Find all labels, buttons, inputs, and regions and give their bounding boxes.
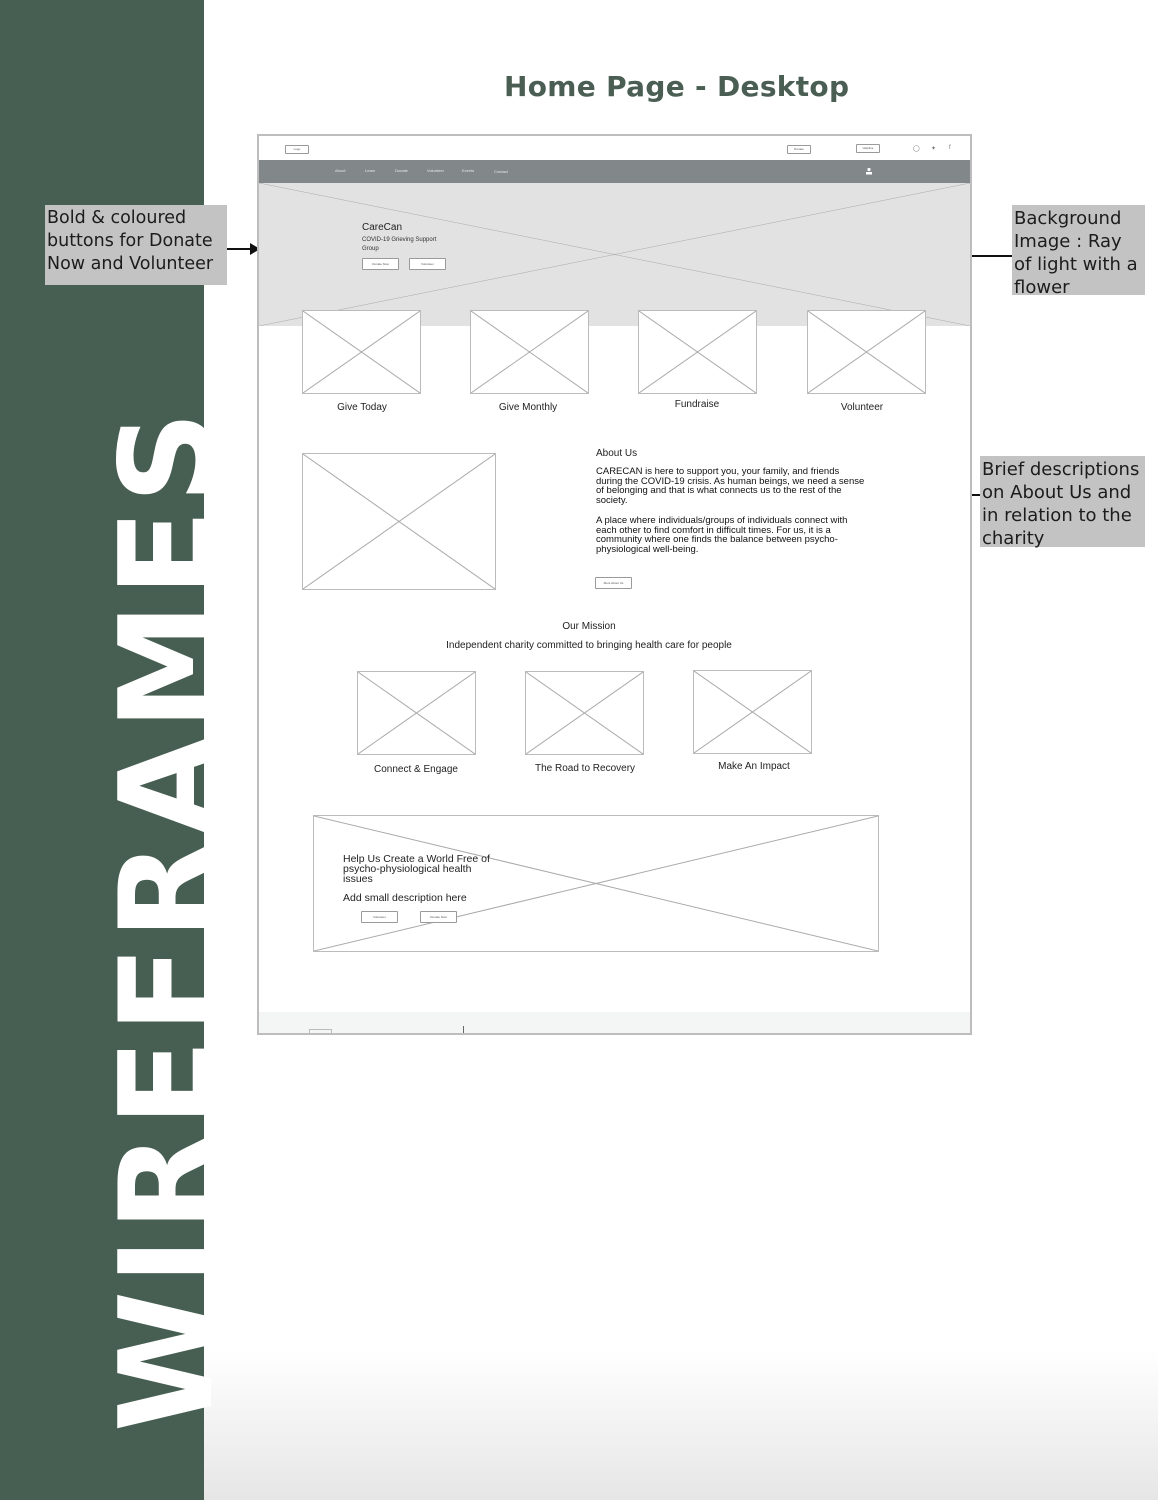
nav-item-volunteer[interactable]: Volunteer (427, 168, 444, 173)
image-placeholder-icon (259, 183, 970, 326)
wireframe-frame: Logo Donate Helpline ◯ ✦ f About Learn D… (257, 134, 972, 1035)
cta-description: Add small description here (343, 892, 467, 904)
hero-volunteer-button[interactable]: Volunteer (409, 258, 446, 270)
about-paragraph-1: CARECAN is here to support you, your fam… (596, 466, 865, 506)
hero-title: CareCan (362, 222, 403, 233)
card-fundraise-image[interactable] (638, 310, 757, 394)
instagram-icon[interactable]: ◯ (913, 145, 920, 152)
helpline-button[interactable]: Helpline (856, 144, 880, 153)
cta-donate-button[interactable]: Donate Now (420, 911, 457, 923)
mission-title: Our Mission (562, 621, 616, 632)
mission-recovery-image[interactable] (525, 671, 644, 755)
user-icon[interactable] (865, 167, 873, 175)
nav-item-contact[interactable]: Contact (494, 169, 508, 174)
card-give-today-image[interactable] (302, 310, 421, 394)
page-title: Home Page - Desktop (504, 70, 850, 103)
card-volunteer-label[interactable]: Volunteer (792, 402, 932, 413)
card-give-monthly-image[interactable] (470, 310, 589, 394)
wf-header: Logo Donate Helpline ◯ ✦ f (259, 136, 970, 160)
hero-subtitle: COVID-19 Grieving Support Group (362, 237, 437, 252)
cta-volunteer-button[interactable]: Volunteer (361, 911, 398, 923)
annotation-about: Brief descriptions on About Us and in re… (980, 456, 1145, 549)
annotation-background: Background Image : Ray of light with a f… (1012, 205, 1145, 298)
logo-placeholder[interactable]: Logo (285, 145, 309, 154)
mission-connect-image[interactable] (357, 671, 476, 755)
about-image-placeholder (302, 453, 496, 590)
mission-impact-image[interactable] (693, 670, 812, 754)
facebook-icon[interactable]: f (949, 145, 951, 151)
card-give-monthly-label[interactable]: Give Monthly (458, 402, 598, 413)
annotation-buttons: Bold & coloured buttons for Donate Now a… (45, 205, 227, 285)
nav-item-donate[interactable]: Donate (395, 168, 408, 173)
nav-item-about[interactable]: About (335, 168, 345, 173)
more-about-us-button[interactable]: More About Us (595, 577, 632, 589)
nav-item-learn[interactable]: Learn (365, 168, 375, 173)
wf-footer (259, 1012, 970, 1033)
cta-title: Help Us Create a World Free of psycho-ph… (343, 853, 490, 885)
mission-connect-label[interactable]: Connect & Engage (346, 764, 486, 775)
footer-divider (463, 1026, 464, 1033)
hero-background-placeholder (259, 183, 970, 326)
hero-donate-button[interactable]: Donate Now (362, 258, 399, 270)
mission-subtitle: Independent charity committed to bringin… (446, 640, 732, 651)
about-title: About Us (596, 448, 638, 459)
arrow-right-icon (227, 243, 260, 255)
mission-recovery-label[interactable]: The Road to Recovery (515, 763, 655, 774)
about-paragraph-2: A place where individuals/groups of indi… (596, 515, 848, 555)
footer-logo-placeholder (309, 1029, 332, 1033)
card-volunteer-image[interactable] (807, 310, 926, 394)
donate-button[interactable]: Donate (787, 145, 811, 154)
mission-impact-label[interactable]: Make An Impact (684, 761, 824, 772)
wireframes-vertical-title: WIREFRAMES (93, 405, 242, 1432)
card-give-today-label[interactable]: Give Today (292, 402, 432, 413)
twitter-icon[interactable]: ✦ (931, 145, 936, 152)
nav-item-events[interactable]: Events (462, 168, 474, 173)
card-fundraise-label[interactable]: Fundraise (627, 399, 767, 410)
wf-nav-bar: About Learn Donate Volunteer Events Cont… (259, 160, 970, 183)
